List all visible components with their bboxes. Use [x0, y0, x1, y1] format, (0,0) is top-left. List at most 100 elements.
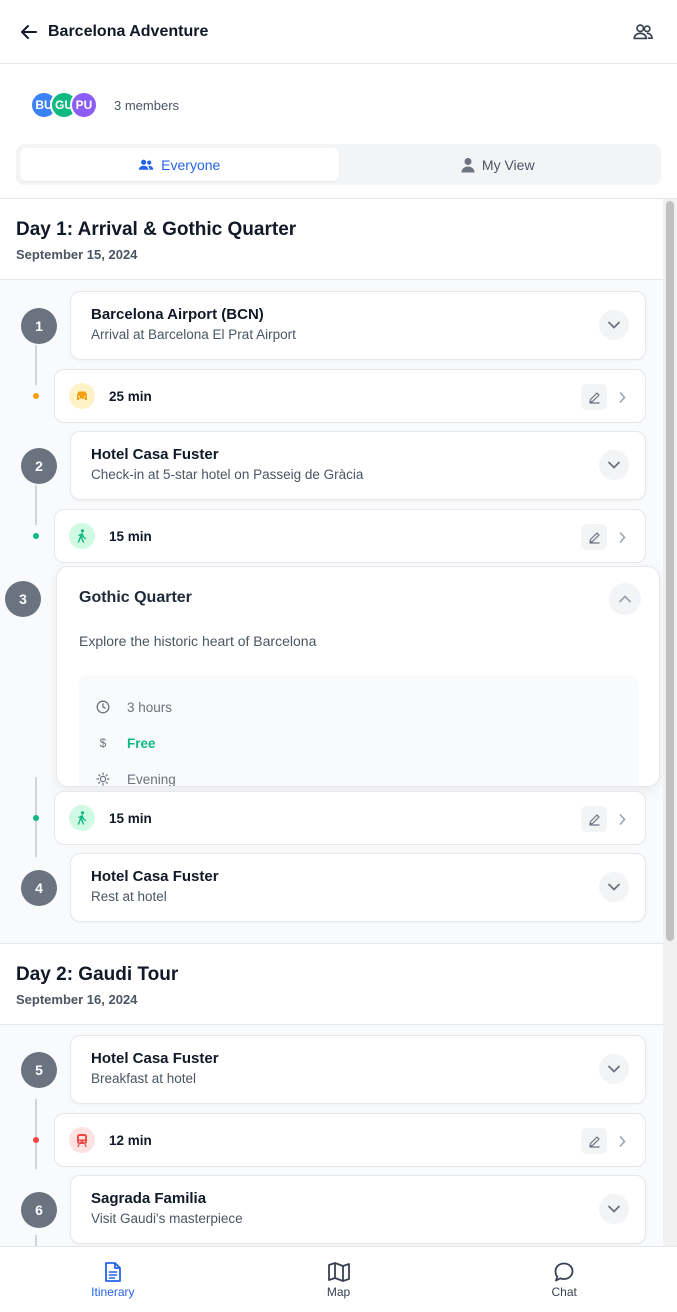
person-icon — [461, 157, 475, 172]
document-icon — [104, 1261, 121, 1282]
metro-icon — [69, 1127, 95, 1153]
timeline-dot — [33, 393, 39, 399]
stop-name: Sagrada Familia — [91, 1190, 207, 1207]
edit-icon[interactable] — [581, 384, 607, 410]
walk-icon — [69, 805, 95, 831]
timeline-dot — [33, 815, 39, 821]
stop-name: Hotel Casa Fuster — [91, 446, 219, 463]
tab-my-view[interactable]: My View — [339, 148, 658, 181]
timeline-dot — [33, 533, 39, 539]
travel-time: 25 min — [109, 388, 152, 404]
edit-icon[interactable] — [581, 806, 607, 832]
stop-number-badge: 4 — [21, 870, 57, 906]
detail-value: Free — [127, 735, 156, 751]
detail-price: $ Free — [95, 725, 623, 761]
dollar-icon: $ — [99, 736, 107, 750]
stop-number-badge: 5 — [21, 1052, 57, 1088]
travel-segment[interactable]: 25 min — [54, 369, 646, 423]
detail-value: 3 hours — [127, 699, 173, 715]
sun-icon — [95, 771, 111, 786]
stop-number-badge: 2 — [21, 448, 57, 484]
stop-card[interactable]: Hotel Casa Fuster Breakfast at hotel — [70, 1035, 646, 1104]
stop-description: Arrival at Barcelona El Prat Airport — [91, 327, 296, 342]
stop-name: Hotel Casa Fuster — [91, 868, 219, 885]
day-header: Day 2: Gaudi Tour September 16, 2024 — [0, 944, 663, 1025]
stop-description: Visit Gaudi's masterpiece — [91, 1211, 243, 1226]
members-count: 3 members — [114, 97, 180, 113]
chevron-down-icon[interactable] — [599, 1194, 629, 1224]
stop-card[interactable]: Sagrada Familia Visit Gaudi's masterpiec… — [70, 1175, 646, 1244]
stop-name: Barcelona Airport (BCN) — [91, 306, 264, 323]
tab-label: Everyone — [161, 156, 221, 173]
group-icon — [138, 159, 154, 170]
stop-name: Gothic Quarter — [79, 589, 192, 606]
nav-label: Map — [326, 1284, 351, 1299]
chevron-right-icon[interactable] — [617, 389, 627, 405]
travel-time: 15 min — [109, 810, 152, 826]
members-row: BU GU PU 3 members — [30, 90, 179, 120]
timeline-line — [35, 485, 37, 525]
stop-description: Check-in at 5-star hotel on Passeig de G… — [91, 467, 364, 482]
tab-everyone[interactable]: Everyone — [20, 148, 339, 181]
chevron-right-icon[interactable] — [617, 811, 627, 827]
travel-time: 15 min — [109, 528, 152, 544]
clock-icon — [95, 699, 111, 715]
back-arrow-icon[interactable] — [18, 21, 40, 43]
timeline-line — [35, 1235, 37, 1246]
edit-icon[interactable] — [581, 524, 607, 550]
travel-segment[interactable]: 15 min — [54, 509, 646, 563]
timeline-line — [35, 1099, 37, 1169]
travel-segment[interactable]: 15 min — [54, 791, 646, 845]
taxi-icon — [69, 383, 95, 409]
chevron-up-icon[interactable] — [609, 583, 641, 615]
nav-map[interactable]: Map — [226, 1247, 452, 1312]
stop-card[interactable]: Barcelona Airport (BCN) Arrival at Barce… — [70, 291, 646, 360]
stop-card[interactable]: Hotel Casa Fuster Rest at hotel — [70, 853, 646, 922]
stop-name: Hotel Casa Fuster — [91, 1050, 219, 1067]
chevron-right-icon[interactable] — [617, 529, 627, 545]
group-icon[interactable] — [631, 20, 655, 44]
chevron-down-icon[interactable] — [599, 1054, 629, 1084]
stop-card[interactable]: Hotel Casa Fuster Check-in at 5-star hot… — [70, 431, 646, 500]
travel-time: 12 min — [109, 1132, 152, 1148]
nav-chat[interactable]: Chat — [451, 1247, 677, 1312]
day-title: Day 1: Arrival & Gothic Quarter — [16, 219, 297, 240]
stop-number-badge: 1 — [21, 308, 57, 344]
scrollbar[interactable] — [663, 199, 677, 1246]
detail-duration: 3 hours — [95, 689, 623, 725]
day-header: Day 1: Arrival & Gothic Quarter Septembe… — [0, 199, 663, 280]
detail-value: Evening — [127, 771, 176, 787]
chevron-down-icon[interactable] — [599, 310, 629, 340]
tab-label: My View — [481, 156, 535, 173]
nav-itinerary[interactable]: Itinerary — [0, 1247, 226, 1312]
app-header: Barcelona Adventure — [0, 0, 677, 64]
stop-card-expanded[interactable]: Gothic Quarter Explore the historic hear… — [56, 566, 660, 787]
avatar: PU — [70, 91, 98, 119]
edit-icon[interactable] — [581, 1128, 607, 1154]
itinerary-list[interactable]: Day 1: Arrival & Gothic Quarter Septembe… — [0, 198, 677, 1246]
nav-label: Chat — [551, 1284, 577, 1299]
page-title: Barcelona Adventure — [48, 22, 209, 40]
day-date: September 16, 2024 — [16, 992, 138, 1007]
chat-bubble-icon — [554, 1262, 574, 1281]
chevron-down-icon[interactable] — [599, 872, 629, 902]
stop-description: Rest at hotel — [91, 889, 167, 904]
stop-number-badge: 3 — [5, 581, 41, 617]
travel-segment[interactable]: 12 min — [54, 1113, 646, 1167]
chevron-right-icon[interactable] — [617, 1133, 627, 1149]
walk-icon — [69, 523, 95, 549]
timeline-dot — [33, 1137, 39, 1143]
stop-description: Breakfast at hotel — [91, 1071, 197, 1086]
stop-description: Explore the historic heart of Barcelona — [79, 633, 317, 649]
day-date: September 15, 2024 — [16, 247, 138, 262]
view-tabs: Everyone My View — [16, 144, 661, 185]
scrollbar-thumb[interactable] — [666, 201, 674, 941]
detail-time-of-day: Evening — [95, 761, 623, 787]
day-title: Day 2: Gaudi Tour — [16, 964, 179, 985]
chevron-down-icon[interactable] — [599, 450, 629, 480]
nav-label: Itinerary — [91, 1284, 135, 1299]
timeline-line — [35, 345, 37, 385]
stop-number-badge: 6 — [21, 1192, 57, 1228]
map-icon — [327, 1261, 350, 1282]
bottom-nav: Itinerary Map Chat — [0, 1246, 677, 1312]
